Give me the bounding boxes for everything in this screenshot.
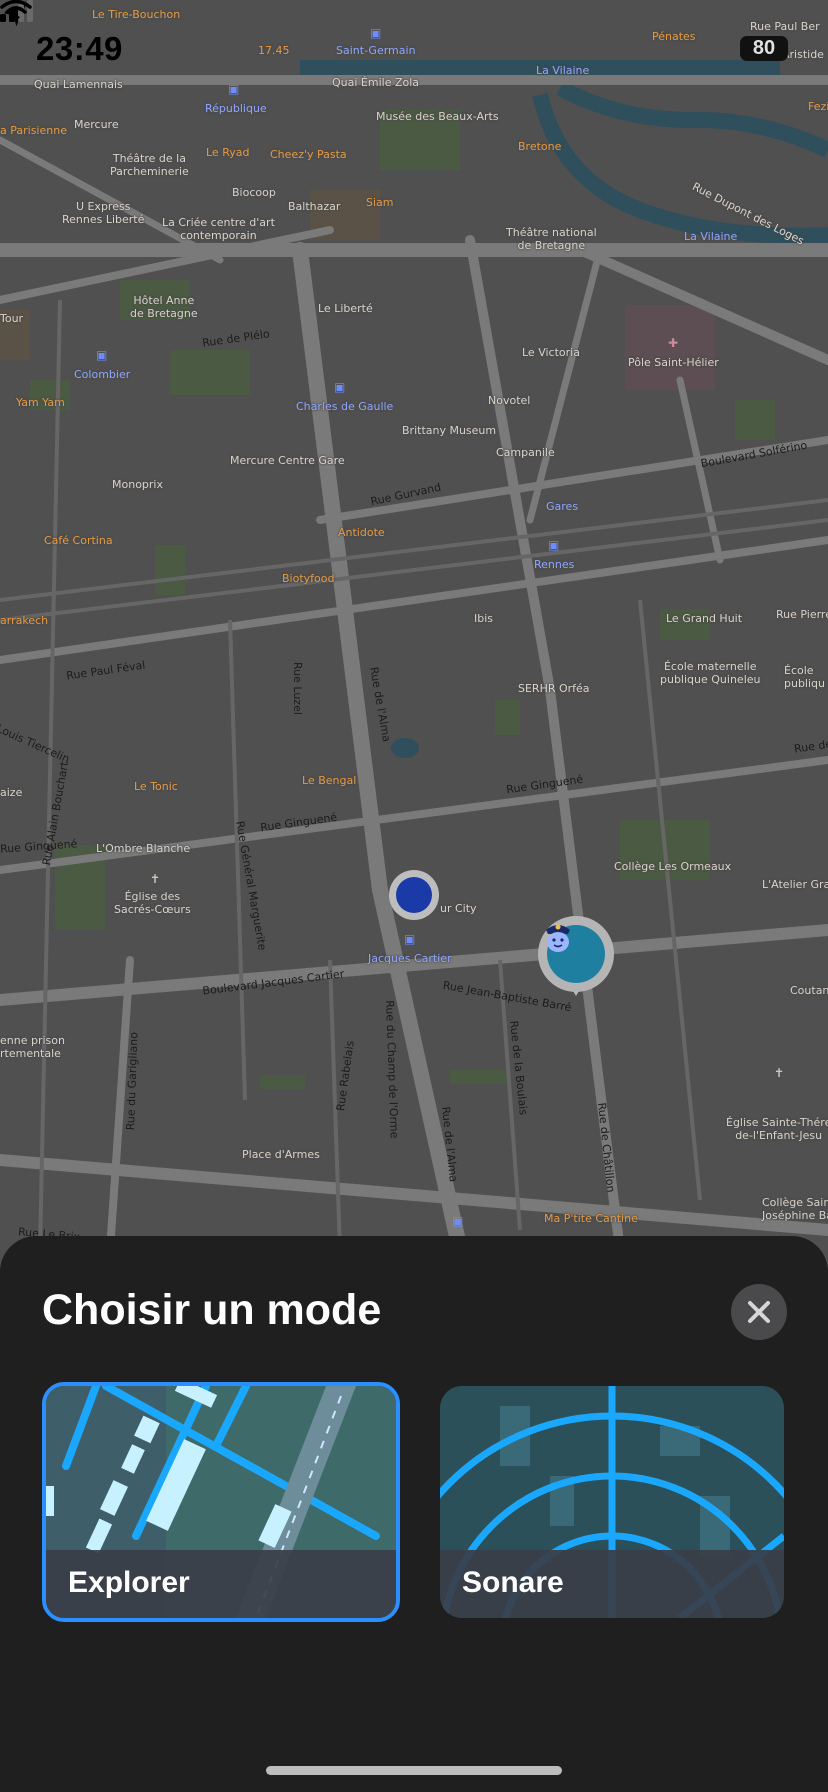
map-label: Le Liberté — [318, 302, 373, 315]
status-time: 23:49 — [36, 30, 123, 67]
map-label: La Vilaine — [684, 230, 738, 243]
map-label: Monoprix — [112, 478, 163, 491]
map-label: 17.45 — [258, 44, 290, 57]
map-label: Yam Yam — [16, 396, 65, 409]
church-icon: ✝ — [774, 1066, 785, 1080]
mode-card-explorer[interactable]: Explorer — [42, 1382, 400, 1622]
close-icon — [748, 1301, 770, 1323]
map-label: Bretone — [518, 140, 562, 153]
map-label: Aristide — [782, 48, 824, 61]
map-label: République — [205, 102, 267, 115]
map-label: Le Tonic — [134, 780, 178, 793]
map-label: Rennes — [534, 558, 575, 571]
map-label: aize — [0, 786, 23, 799]
map-label: École maternelle publique Quineleu — [660, 660, 761, 686]
map-label: La Vilaine — [536, 64, 590, 77]
map-label: SERHR Orféa — [518, 682, 590, 695]
map-label: arrakech — [0, 614, 49, 627]
map-label: Tour — [0, 312, 24, 325]
map-label: Collège Sain Joséphine Bak — [762, 1196, 828, 1222]
map-label: Ibis — [474, 612, 494, 625]
map-label: Rue Pierre — [776, 608, 828, 621]
train-station-icon: ▣ — [228, 82, 240, 96]
map-label: Musée des Beaux-Arts — [376, 110, 499, 123]
map-label: Colombier — [74, 368, 131, 381]
map-label: Coutan — [790, 984, 828, 997]
map-label: Jacques Cartier — [368, 952, 452, 965]
map-label: Rue Paul Ber — [750, 20, 820, 33]
map-label: Mercure — [74, 118, 119, 131]
map-label: U Express Rennes Liberté — [62, 200, 145, 226]
map-label: Balthazar — [288, 200, 341, 213]
police-icon — [546, 924, 570, 952]
user-location-marker — [389, 870, 439, 920]
mode-card-sonare[interactable]: Sonare — [440, 1386, 784, 1618]
map-label: Ma P'tite Cantine — [544, 1212, 638, 1225]
map-label: Quai Émile Zola — [332, 76, 420, 89]
map-label: L'Atelier Gra — [762, 878, 828, 891]
map-label: Le Tire-Bouchon — [92, 8, 181, 21]
church-icon: ✝ — [150, 872, 161, 886]
sheet-title: Choisir un mode — [42, 1286, 382, 1334]
map-view[interactable]: Le Tire-Bouchon 17.45 Saint-Germain Péna… — [0, 0, 828, 1250]
mode-label: Explorer — [68, 1566, 190, 1599]
map-label: Biocoop — [232, 186, 276, 199]
map-label: Le Grand Huit — [666, 612, 743, 625]
map-label: Brittany Museum — [402, 424, 497, 437]
home-indicator — [266, 1766, 562, 1775]
map-label: Charles de Gaulle — [296, 400, 394, 413]
map-label: Mercure Centre Gare — [230, 454, 345, 467]
train-station-icon: ▣ — [548, 538, 560, 552]
mode-picker-sheet: Choisir un mode Explorer Sonare — [0, 1236, 828, 1792]
map-label: Le Bengal — [302, 774, 357, 787]
hospital-icon: ✚ — [668, 336, 679, 350]
map-label: Église des Sacrés-Cœurs — [114, 890, 191, 916]
map-label: Rue Luzel — [291, 662, 304, 715]
map-label: Saint-Germain — [336, 44, 416, 57]
close-button[interactable] — [731, 1284, 787, 1340]
map-label: Antidote — [338, 526, 385, 539]
battery-indicator: 80 — [740, 36, 788, 61]
map-label: Pôle Saint-Hélier — [628, 356, 719, 369]
mode-label: Sonare — [462, 1566, 564, 1599]
map-label: Campanile — [496, 446, 555, 459]
map-label: Place d'Armes — [242, 1148, 320, 1161]
map-label: Biotyfood — [282, 572, 335, 585]
map-label: enne prison rtementale — [0, 1034, 65, 1060]
police-alert-pin[interactable] — [538, 916, 614, 996]
train-station-icon: ▣ — [334, 380, 346, 394]
map-label: Théâtre national de Bretagne — [506, 226, 597, 252]
map-label: Théâtre de la Parcheminerie — [110, 152, 189, 178]
map-label: Hôtel Anne de Bretagne — [130, 294, 198, 320]
train-station-icon: ▣ — [404, 932, 416, 946]
map-label: Siam — [366, 196, 394, 209]
map-label: Gares — [546, 500, 579, 513]
map-label: Cheez'y Pasta — [270, 148, 347, 161]
map-label: Novotel — [488, 394, 531, 407]
map-label: La Criée centre d'art contemporain — [162, 216, 275, 242]
map-label: a Parisienne — [0, 124, 67, 137]
map-label: Le Ryad — [206, 146, 250, 159]
map-label: Quai Lamennais — [34, 78, 123, 91]
map-label: Fezi — [808, 100, 828, 113]
map-label: L'Ombre Blanche — [96, 842, 191, 855]
map-label: Le Victoria — [522, 346, 580, 359]
train-station-icon: ▣ — [370, 26, 382, 40]
map-label: Café Cortina — [44, 534, 113, 547]
train-station-icon: ▣ — [96, 348, 108, 362]
map-label: ur City — [440, 902, 477, 915]
train-station-icon: ▣ — [452, 1214, 464, 1228]
wifi-icon — [0, 0, 32, 22]
map-label: Église Sainte-Thére de-l'Enfant-Jesu — [726, 1116, 828, 1142]
map-label: Pénates — [652, 30, 696, 43]
map-label: École publiqu — [784, 664, 826, 690]
map-label: Collège Les Ormeaux — [614, 860, 732, 873]
